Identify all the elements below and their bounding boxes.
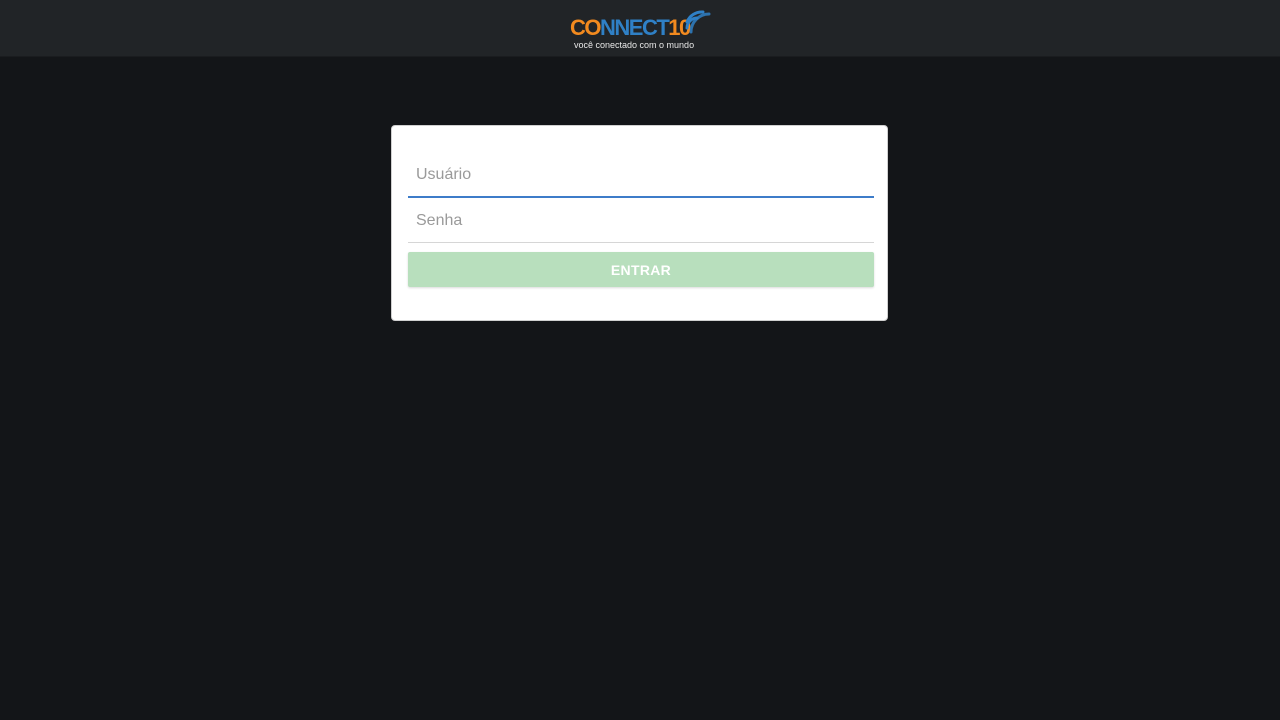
connect10-logo: CONNECT10 você conectado com o mundo xyxy=(570,6,712,52)
login-button[interactable]: ENTRAR xyxy=(408,252,874,287)
password-input[interactable] xyxy=(408,199,874,242)
password-field xyxy=(408,199,874,243)
logo-tagline: você conectado com o mundo xyxy=(574,40,695,50)
wifi-signal-icon xyxy=(685,10,711,34)
logo-part-1: CO xyxy=(570,15,602,40)
logo-wordmark: CONNECT10 xyxy=(570,15,691,40)
logo-part-2: NNECT xyxy=(600,15,670,40)
login-card: ENTRAR xyxy=(391,125,888,321)
top-bar: CONNECT10 você conectado com o mundo xyxy=(0,0,1280,57)
username-input[interactable] xyxy=(408,154,874,196)
username-field xyxy=(408,154,874,198)
